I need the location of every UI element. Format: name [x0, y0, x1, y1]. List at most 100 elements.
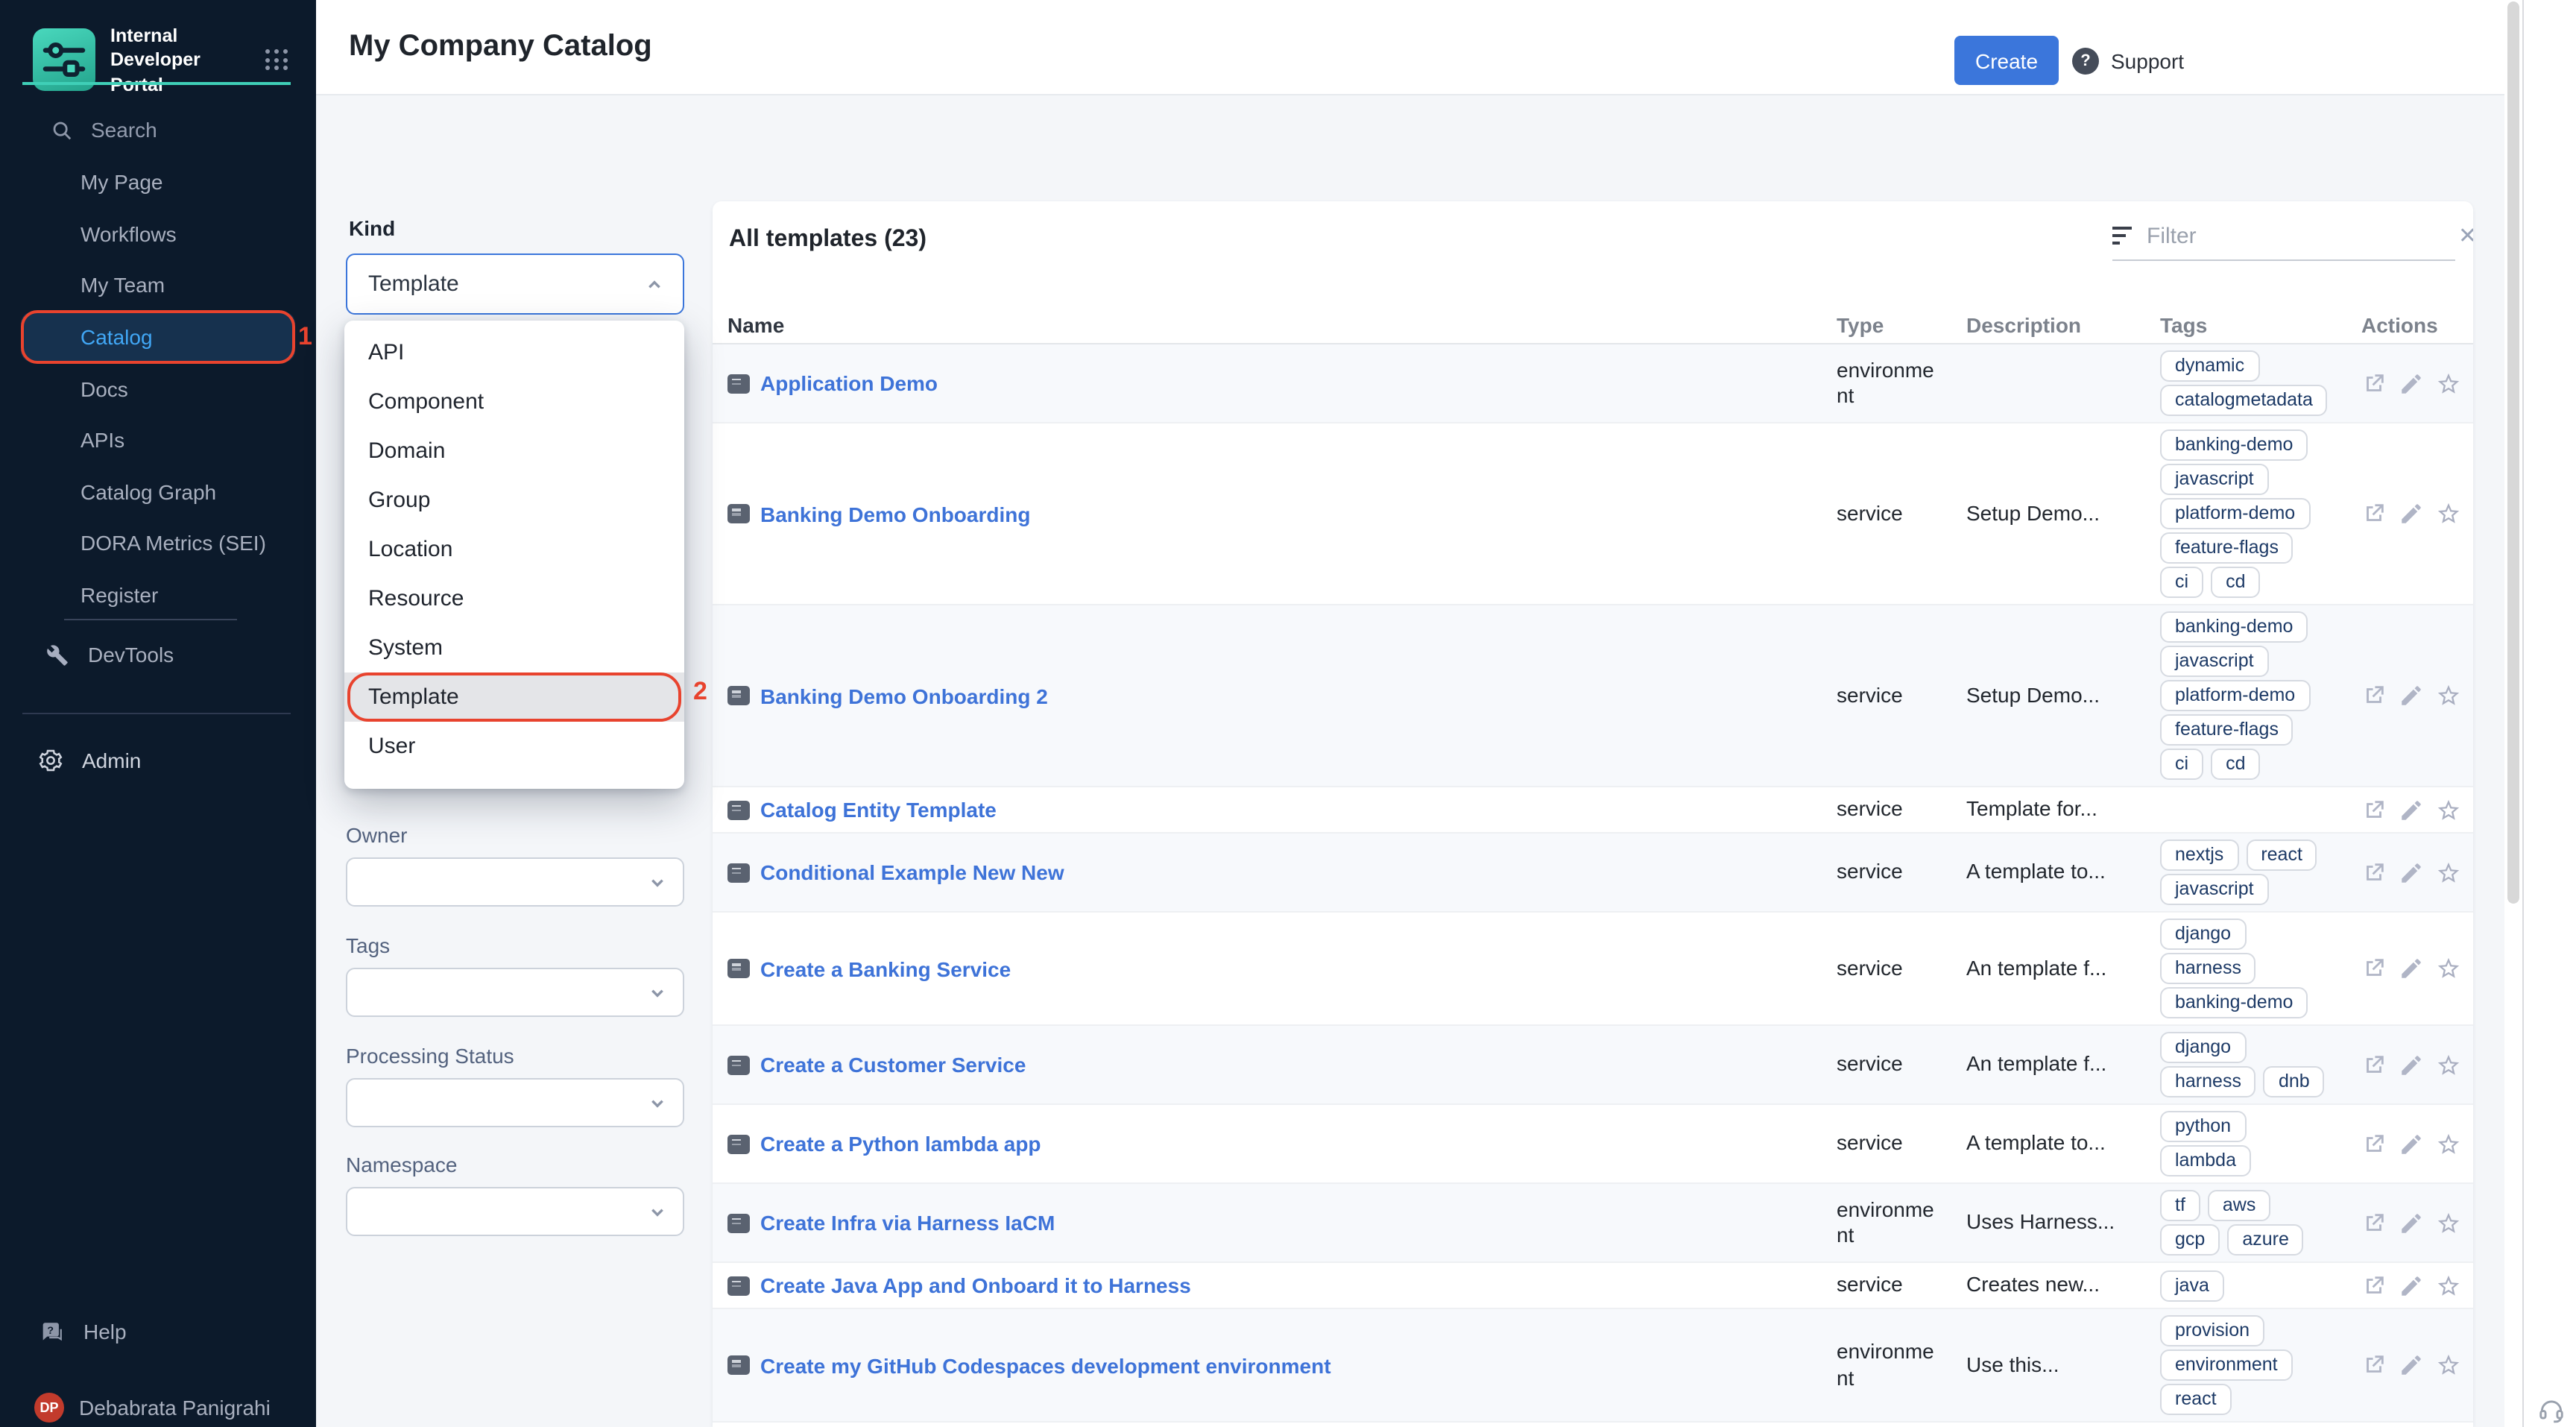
open-in-new-icon[interactable] — [2361, 1352, 2387, 1378]
star-icon[interactable] — [2436, 797, 2461, 822]
sidebar-item-admin[interactable]: Admin — [0, 738, 141, 783]
tags-select[interactable] — [346, 968, 684, 1017]
star-icon[interactable] — [2436, 860, 2461, 885]
star-icon[interactable] — [2436, 1273, 2461, 1298]
edit-pencil-icon[interactable] — [2399, 956, 2424, 981]
tag-chip: javascript — [2160, 874, 2269, 905]
apps-grid-icon[interactable] — [265, 49, 288, 72]
tag-chip: tf — [2160, 1190, 2200, 1221]
sidebar-item-register[interactable]: Register — [0, 570, 316, 621]
star-icon[interactable] — [2436, 956, 2461, 981]
edit-pencil-icon[interactable] — [2399, 1273, 2424, 1298]
template-icon — [727, 374, 750, 393]
star-icon[interactable] — [2436, 1052, 2461, 1077]
open-in-new-icon[interactable] — [2361, 683, 2387, 708]
sidebar-item-my-page[interactable]: My Page — [0, 157, 316, 208]
namespace-select[interactable] — [346, 1187, 684, 1236]
entity-link[interactable]: Create my GitHub Codespaces development … — [760, 1353, 1331, 1377]
kind-option-resource[interactable]: Resource — [344, 574, 684, 623]
entity-link[interactable]: Catalog Entity Template — [760, 798, 997, 822]
edit-pencil-icon[interactable] — [2399, 371, 2424, 396]
support-headset-icon[interactable] — [2537, 1396, 2566, 1427]
sidebar-item-help[interactable]: ? Help — [0, 1309, 127, 1354]
star-icon[interactable] — [2436, 501, 2461, 526]
open-in-new-icon[interactable] — [2361, 956, 2387, 981]
tags-cell: djangoharnessbanking-demo — [2160, 919, 2361, 1018]
entity-link[interactable]: Create Infra via Harness IaCM — [760, 1211, 1055, 1235]
entity-link[interactable]: Banking Demo Onboarding 2 — [760, 684, 1048, 708]
sidebar-item-catalog-graph[interactable]: Catalog Graph — [0, 466, 316, 517]
tag-chip: banking-demo — [2160, 611, 2308, 643]
filter-group-tags: Tags — [346, 933, 684, 1017]
entity-link[interactable]: Application Demo — [760, 371, 938, 395]
open-in-new-icon[interactable] — [2361, 1052, 2387, 1077]
right-gutter — [2524, 0, 2576, 1427]
kind-option-api[interactable]: API — [344, 328, 684, 377]
sidebar-item-docs[interactable]: Docs — [0, 363, 316, 415]
table-row: Create Java App and Onboard it to Harnes… — [713, 1263, 2473, 1309]
processing-status-select[interactable] — [346, 1078, 684, 1127]
edit-pencil-icon[interactable] — [2399, 1352, 2424, 1378]
clear-filter-icon[interactable]: ✕ — [2458, 222, 2473, 249]
entity-link[interactable]: Conditional Example New New — [760, 860, 1064, 884]
kind-option-system[interactable]: System — [344, 623, 684, 672]
template-icon — [727, 800, 750, 819]
sidebar-item-my-team[interactable]: My Team — [0, 259, 316, 311]
star-icon[interactable] — [2436, 1131, 2461, 1156]
sidebar-item-dora-metrics-sei-[interactable]: DORA Metrics (SEI) — [0, 517, 316, 569]
scrollbar-thumb[interactable] — [2507, 1, 2519, 904]
chevron-down-icon — [650, 1204, 665, 1219]
tags-cell: banking-demojavascriptplatform-demofeatu… — [2160, 429, 2361, 598]
kind-option-component[interactable]: Component — [344, 377, 684, 426]
kind-option-user[interactable]: User — [344, 722, 684, 771]
open-in-new-icon[interactable] — [2361, 1131, 2387, 1156]
open-in-new-icon[interactable] — [2361, 371, 2387, 396]
star-icon[interactable] — [2436, 1210, 2461, 1235]
sidebar-item-apis[interactable]: APIs — [0, 415, 316, 466]
kind-option-domain[interactable]: Domain — [344, 426, 684, 476]
table-row: Banking Demo OnboardingserviceSetup Demo… — [713, 423, 2473, 605]
kind-option-template[interactable]: Template — [344, 672, 684, 722]
open-in-new-icon[interactable] — [2361, 860, 2387, 885]
kind-option-group[interactable]: Group — [344, 476, 684, 525]
template-icon — [727, 1055, 750, 1074]
sidebar-search[interactable]: Search — [0, 106, 316, 154]
edit-pencil-icon[interactable] — [2399, 860, 2424, 885]
template-icon — [727, 1134, 750, 1153]
tags-cell: dynamiccatalogmetadata — [2160, 350, 2361, 416]
star-icon[interactable] — [2436, 1352, 2461, 1378]
annotation-ring-template — [347, 672, 681, 722]
owner-select[interactable] — [346, 857, 684, 907]
tag-chip: nextjs — [2160, 839, 2238, 871]
kind-select[interactable]: Template — [346, 253, 684, 315]
entity-link[interactable]: Create a Customer Service — [760, 1053, 1026, 1077]
open-in-new-icon[interactable] — [2361, 501, 2387, 526]
entity-link[interactable]: Create a Banking Service — [760, 957, 1011, 980]
edit-pencil-icon[interactable] — [2399, 1052, 2424, 1077]
description-cell: Creates new... — [1966, 1273, 2160, 1299]
open-in-new-icon[interactable] — [2361, 1210, 2387, 1235]
help-chat-icon: ? — [39, 1319, 64, 1344]
user-menu[interactable]: DP Debabrata Panigrahi — [0, 1385, 271, 1427]
entity-link[interactable]: Create Java App and Onboard it to Harnes… — [760, 1273, 1191, 1297]
star-icon[interactable] — [2436, 371, 2461, 396]
edit-pencil-icon[interactable] — [2399, 1210, 2424, 1235]
sidebar-item-catalog[interactable]: Catalog — [21, 312, 295, 363]
table-filter-input[interactable] — [2147, 223, 2443, 248]
open-in-new-icon[interactable] — [2361, 1273, 2387, 1298]
edit-pencil-icon[interactable] — [2399, 501, 2424, 526]
description-cell: A template to... — [1966, 860, 2160, 886]
entity-link[interactable]: Banking Demo Onboarding — [760, 502, 1030, 526]
support-button[interactable]: ? Support — [2072, 36, 2184, 85]
table-body: Application Demoenvironmentdynamiccatalo… — [713, 344, 2473, 1423]
edit-pencil-icon[interactable] — [2399, 1131, 2424, 1156]
edit-pencil-icon[interactable] — [2399, 797, 2424, 822]
star-icon[interactable] — [2436, 683, 2461, 708]
edit-pencil-icon[interactable] — [2399, 683, 2424, 708]
create-button[interactable]: Create — [1954, 36, 2059, 85]
sidebar-item-devtools[interactable]: DevTools — [0, 632, 174, 677]
kind-option-location[interactable]: Location — [344, 525, 684, 574]
sidebar-item-workflows[interactable]: Workflows — [0, 208, 316, 259]
entity-link[interactable]: Create a Python lambda app — [760, 1132, 1041, 1156]
open-in-new-icon[interactable] — [2361, 797, 2387, 822]
